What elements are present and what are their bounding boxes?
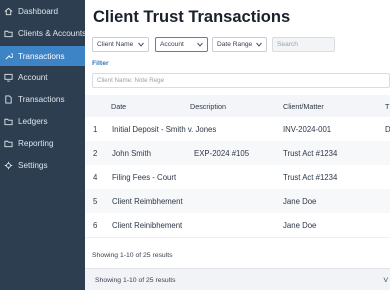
row-number: 5 (93, 197, 98, 206)
wrench-icon (4, 52, 13, 61)
sidebar-item-label: Account (18, 72, 48, 82)
gear-icon (4, 161, 13, 170)
pagination-summary: Showing 1-10 of 25 results (95, 277, 176, 284)
chevron-down-icon (256, 42, 262, 47)
row-description: Client Reimbhement (112, 197, 183, 206)
folder-icon (4, 29, 13, 38)
date-range-select-label: Date Range (217, 41, 253, 48)
date-range-select[interactable]: Date Range (212, 37, 267, 52)
search-placeholder: Search (277, 41, 298, 48)
table-row[interactable]: 2 John Smith EXP-2024 #105 Trust Act #12… (85, 141, 390, 166)
table-row[interactable]: 1 Initial Deposit - Smith v. Jones INV-2… (85, 117, 390, 142)
pagination-bar: Showing 1-10 of 25 results V (85, 268, 390, 290)
table-header: Date Description Client/Matter T (85, 95, 390, 118)
main-content: Client Trust Transactions Client Name Ac… (85, 0, 390, 290)
row-reference: EXP-2024 #105 (194, 149, 250, 158)
client-name-input[interactable]: Client Name: Note Rege (92, 73, 390, 88)
row-type: D (385, 125, 390, 134)
sidebar-item-label: Settings (18, 160, 48, 170)
table-row[interactable]: 5 Client Reimbhement Jane Doe (85, 189, 390, 214)
row-matter: Jane Doe (283, 197, 317, 206)
chevron-down-icon (138, 42, 144, 47)
monitor-icon (4, 73, 13, 82)
row-number: 4 (93, 173, 98, 182)
sidebar-item-label: Clients & Accounts (18, 28, 85, 38)
sidebar-item-label: Reporting (18, 138, 54, 148)
home-icon (4, 7, 13, 16)
sidebar-item-transactions[interactable]: Transactions (0, 46, 85, 66)
row-matter: Jane Doe (283, 221, 317, 230)
results-summary: Showing 1-10 of 25 results (92, 252, 173, 259)
row-matter: Trust Act #1234 (283, 149, 338, 158)
sidebar-item-clients-accounts[interactable]: Clients & Accounts (0, 23, 85, 43)
sidebar-item-ledgers[interactable]: Ledgers (0, 111, 85, 131)
chevron-down-icon (197, 42, 203, 47)
account-select-label: Account (160, 41, 184, 48)
sidebar-item-settings[interactable]: Settings (0, 155, 85, 175)
pagination-control[interactable]: V (383, 277, 388, 284)
table-row[interactable]: 6 Client Reinibhement Jane Doe (85, 213, 390, 238)
filter-link[interactable]: Filter (92, 60, 109, 67)
row-description: John Smith (112, 149, 152, 158)
search-input[interactable]: Search (272, 37, 335, 52)
client-name-select-label: Client Name (97, 41, 134, 48)
file-icon (4, 94, 13, 104)
row-description: Client Reinibhement (112, 221, 183, 230)
row-number: 6 (93, 221, 98, 230)
column-header-date[interactable]: Date (111, 102, 126, 111)
sidebar-item-account[interactable]: Account (0, 67, 85, 87)
folder-icon (4, 139, 13, 148)
row-description: Initial Deposit - Smith v. Jones (112, 125, 217, 134)
row-matter: Trust Act #1234 (283, 173, 338, 182)
sidebar-item-transactions-2[interactable]: Transactions (0, 89, 85, 109)
table-row[interactable]: 4 Filing Fees - Court Trust Act #1234 (85, 165, 390, 190)
sidebar-item-label: Ledgers (18, 116, 48, 126)
account-select[interactable]: Account (155, 37, 208, 52)
row-number: 1 (93, 125, 98, 134)
sidebar-item-label: Transactions (18, 94, 65, 104)
client-name-select[interactable]: Client Name (92, 37, 149, 52)
sidebar: Dashboard Clients & Accounts Transaction… (0, 0, 85, 290)
sidebar-item-label: Transactions (18, 51, 65, 61)
column-header-description[interactable]: Description (190, 102, 226, 111)
row-number: 2 (93, 149, 98, 158)
row-description: Filing Fees - Court (112, 173, 177, 182)
folder-icon (4, 117, 13, 126)
row-matter: INV-2024-001 (283, 125, 332, 134)
client-name-input-placeholder: Client Name: Note Rege (97, 77, 165, 84)
sidebar-item-label: Dashboard (18, 6, 59, 16)
page-title: Client Trust Transactions (93, 8, 291, 26)
column-header-type[interactable]: T (385, 102, 389, 111)
column-header-client-matter[interactable]: Client/Matter (283, 102, 324, 111)
sidebar-item-dashboard[interactable]: Dashboard (0, 1, 85, 21)
sidebar-item-reporting[interactable]: Reporting (0, 133, 85, 153)
